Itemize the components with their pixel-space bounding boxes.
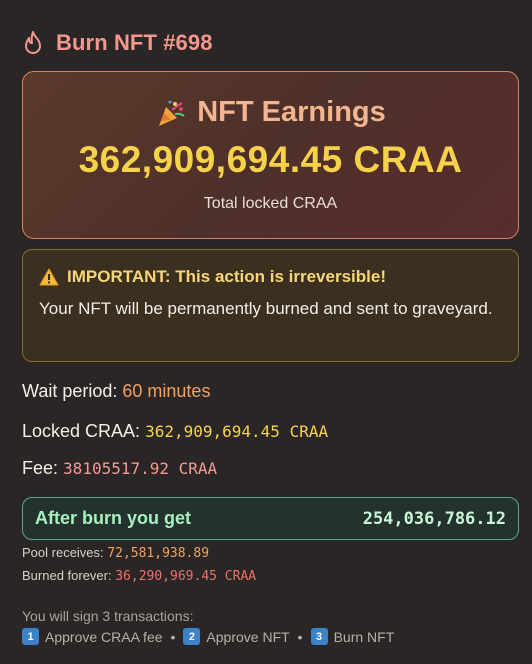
earnings-subtitle: Total locked CRAA [203,195,338,212]
pool-receives-value: 72,581,938.89 [107,546,210,561]
warning-title: IMPORTANT: This action is irreversible! [67,267,386,286]
party-popper-icon [159,100,185,126]
after-burn-label: After burn you get [35,508,191,528]
step-3-label: Burn NFT [333,628,395,645]
wait-period-value: 60 minutes [122,381,211,401]
wait-period-row: Wait period: 60 minutes [22,381,210,402]
earnings-card: NFT Earnings 362,909,694.45 CRAA Total l… [22,71,519,239]
burned-forever-value: 36,290,969.45 CRAA [115,569,257,584]
step-2-label: Approve NFT [206,628,290,645]
wait-period-label: Wait period: [22,381,118,401]
sign-transactions-title: You will sign 3 transactions: [22,608,194,624]
page-title: Burn NFT #698 [56,30,213,55]
warning-title-row: IMPORTANT: This action is irreversible! [39,267,502,287]
warning-card: IMPORTANT: This action is irreversible! … [22,249,519,362]
warning-body: Your NFT will be permanently burned and … [39,299,493,318]
pool-receives-row: Pool receives: 72,581,938.89 [22,545,209,561]
warning-icon [39,268,59,286]
fee-row: Fee: 38105517.92 CRAA [22,458,217,479]
earnings-title: NFT Earnings [197,96,386,128]
fee-label: Fee: [22,458,59,478]
after-burn-value: 254,036,786.12 [362,508,506,529]
locked-craa-value: 362,909,694.45 CRAA [145,422,329,441]
fee-value: 38105517.92 CRAA [63,459,218,478]
step-1-badge: 1 [22,628,39,645]
locked-craa-row: Locked CRAA: 362,909,694.45 CRAA [22,421,328,442]
pool-receives-label: Pool receives: [22,545,104,560]
burned-forever-row: Burned forever: 36,290,969.45 CRAA [22,568,256,584]
step-1-label: Approve CRAA fee [45,628,163,645]
locked-craa-label: Locked CRAA: [22,421,141,441]
flame-icon [25,31,41,54]
modal-header: Burn NFT #698 [22,30,213,56]
step-separator: • [297,628,303,645]
earnings-title-row: NFT Earnings [23,96,518,129]
earnings-amount: 362,909,694.45 CRAA [78,139,463,180]
burned-forever-label: Burned forever: [22,568,112,583]
step-2-badge: 2 [183,628,201,645]
step-3-badge: 3 [310,628,328,645]
after-burn-card: After burn you get 254,036,786.12 [22,497,519,540]
transaction-steps: 1 Approve CRAA fee • 2 Approve NFT • 3 B… [22,628,394,645]
step-separator: • [170,628,176,645]
